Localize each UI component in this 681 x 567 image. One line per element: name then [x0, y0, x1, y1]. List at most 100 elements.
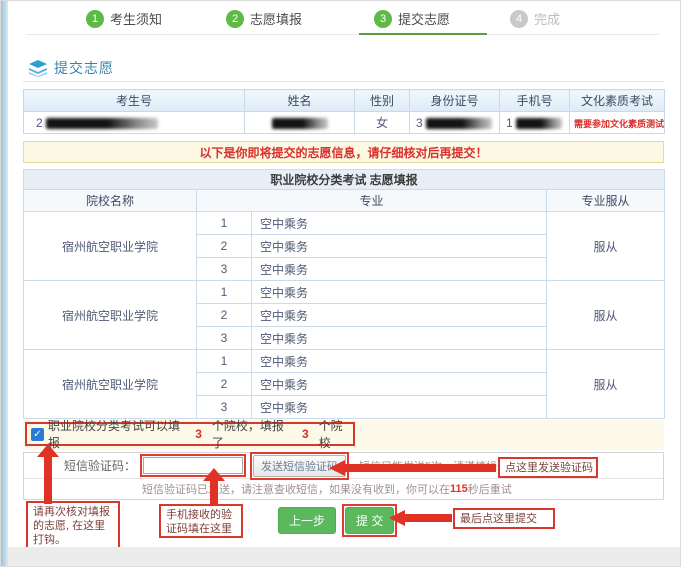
step-number-badge: 3	[374, 10, 392, 28]
confirm-checkbox[interactable]: ✓	[31, 428, 44, 441]
step-item-fill[interactable]: 2 志愿填报	[226, 9, 302, 28]
major-name: 空中乘务	[252, 327, 547, 350]
gender-cell: 女	[355, 112, 410, 134]
major-no: 3	[197, 327, 252, 350]
table-row: 宿州航空职业学院 1 空中乘务 服从	[24, 350, 665, 373]
tip-recheck-box: 请再次核对填报的志愿, 在这里打钩。	[26, 501, 120, 549]
step-item-submit[interactable]: 3 提交志愿	[374, 9, 450, 28]
obey-flag: 服从	[547, 350, 665, 419]
major-name: 空中乘务	[252, 373, 547, 396]
phone-cell: 1	[500, 112, 570, 134]
title-divider	[23, 81, 664, 82]
filled-count: 3	[302, 427, 309, 441]
step-number-badge: 4	[510, 10, 528, 28]
footer-strip	[8, 547, 681, 567]
major-no: 1	[197, 281, 252, 304]
layers-icon	[29, 60, 47, 77]
redacted-value	[516, 118, 562, 129]
col-header: 性别	[355, 90, 410, 112]
tip-enter-code-box: 手机接收的验证码填在这里	[159, 504, 243, 538]
table-row: 宿州航空职业学院 1 空中乘务 服从	[24, 281, 665, 304]
step-item-notice[interactable]: 1 考生须知	[86, 9, 162, 28]
col-header: 手机号	[500, 90, 570, 112]
sms-code-input[interactable]	[143, 457, 243, 474]
major-no: 2	[197, 304, 252, 327]
arrowhead-up-icon	[203, 468, 225, 481]
volunteer-table-title: 职业院校分类考试 志愿填报	[24, 170, 665, 190]
review-notice-banner: 以下是你即将提交的志愿信息，请仔细核对后再提交！	[23, 141, 664, 163]
confirm-text: 个院校，填报了	[212, 417, 292, 451]
redacted-value	[272, 118, 328, 129]
col-header: 考生号	[24, 90, 245, 112]
exam-number-cell: 2	[24, 112, 245, 134]
major-no: 1	[197, 212, 252, 235]
school-name: 宿州航空职业学院	[24, 281, 197, 350]
obey-flag: 服从	[547, 212, 665, 281]
candidate-table: 考生号 姓名 性别 身份证号 手机号 文化素质考试 2 女 3 1	[23, 89, 665, 134]
id-number-cell: 3	[410, 112, 500, 134]
col-header: 专业服从	[547, 190, 665, 212]
active-step-underline	[359, 33, 487, 35]
step-label: 志愿填报	[250, 9, 302, 28]
candidate-header-row: 考生号 姓名 性别 身份证号 手机号 文化素质考试	[24, 90, 665, 112]
confirm-row: ✓ 职业院校分类考试可以填报 3 个院校，填报了 3 个院校	[23, 420, 664, 450]
major-name: 空中乘务	[252, 281, 547, 304]
allowed-count: 3	[195, 427, 202, 441]
tip-send-code-box: 点这里发送验证码	[498, 457, 598, 478]
submit-volunteer-page: 1 考生须知 2 志愿填报 3 提交志愿 4 完成 提交志愿 考生号 姓名	[0, 0, 681, 567]
major-no: 3	[197, 258, 252, 281]
major-no: 1	[197, 350, 252, 373]
arrowhead-up-icon	[37, 444, 59, 457]
confirm-highlight-box: ✓ 职业院校分类考试可以填报 3 个院校，填报了 3 个院校	[25, 422, 355, 446]
col-header: 身份证号	[410, 90, 500, 112]
major-name: 空中乘务	[252, 258, 547, 281]
volunteer-table: 职业院校分类考试 志愿填报 院校名称 专业 专业服从 宿州航空职业学院 1 空中…	[23, 169, 665, 419]
arrowhead-left-icon	[329, 460, 345, 476]
steps-divider	[26, 34, 659, 35]
culture-exam-cell: 需要参加文化素质测试	[570, 112, 665, 134]
table-row: 宿州航空职业学院 1 空中乘务 服从	[24, 212, 665, 235]
left-edge-strip	[1, 1, 8, 567]
submit-button[interactable]: 提 交	[345, 507, 394, 534]
sms-input-highlight	[140, 454, 246, 477]
redacted-value	[426, 118, 492, 129]
arrowhead-left-icon	[389, 510, 405, 526]
arrow-left-to-send-button	[345, 464, 496, 472]
step-label: 考生须知	[110, 9, 162, 28]
page-title: 提交志愿	[54, 58, 114, 78]
name-cell	[245, 112, 355, 134]
candidate-data-row: 2 女 3 1 需要参加文化素质测试	[24, 112, 665, 134]
confirm-text: 个院校	[319, 417, 353, 451]
sms-sent-message: 短信验证码已发送，请注意查收短信，如果没有收到，你可以在115秒后重试	[24, 479, 663, 499]
major-no: 2	[197, 373, 252, 396]
check-icon: ✓	[33, 429, 41, 440]
major-name: 空中乘务	[252, 235, 547, 258]
col-header: 姓名	[245, 90, 355, 112]
volunteer-header-row: 院校名称 专业 专业服从	[24, 190, 665, 212]
major-name: 空中乘务	[252, 350, 547, 373]
major-no: 3	[197, 396, 252, 419]
school-name: 宿州航空职业学院	[24, 212, 197, 281]
arrow-left-to-submit	[405, 514, 452, 522]
obey-flag: 服从	[547, 281, 665, 350]
step-label: 提交志愿	[398, 9, 450, 28]
step-number-badge: 1	[86, 10, 104, 28]
col-header: 院校名称	[24, 190, 197, 212]
tip-final-submit-box: 最后点这里提交	[453, 508, 555, 529]
step-item-done: 4 完成	[510, 9, 560, 28]
col-header: 专业	[197, 190, 547, 212]
arrow-up-to-checkbox	[44, 456, 52, 504]
col-header: 文化素质考试	[570, 90, 665, 112]
sms-code-label: 短信验证码：	[24, 457, 136, 474]
previous-step-button[interactable]: 上一步	[278, 507, 336, 534]
countdown-seconds: 115	[450, 483, 468, 495]
major-name: 空中乘务	[252, 304, 547, 327]
arrow-up-to-input	[210, 480, 218, 505]
culture-exam-status: 需要参加文化素质测试	[574, 119, 664, 129]
confirm-text: 职业院校分类考试可以填报	[48, 417, 185, 451]
step-label: 完成	[534, 9, 560, 28]
redacted-value	[46, 118, 158, 129]
school-name: 宿州航空职业学院	[24, 350, 197, 419]
major-name: 空中乘务	[252, 396, 547, 419]
major-no: 2	[197, 235, 252, 258]
